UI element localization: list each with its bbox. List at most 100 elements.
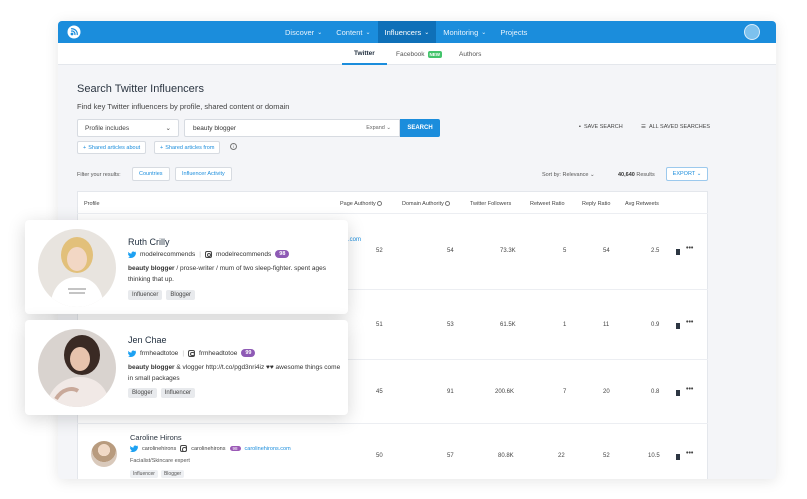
- profile-handles: carolinehirons carolinehirons 98 carolin…: [130, 445, 291, 452]
- cell-retweet-ratio: 22: [558, 453, 565, 459]
- header-page-authority[interactable]: Page Authority: [340, 201, 382, 207]
- header-domain-authority[interactable]: Domain Authority: [402, 201, 450, 207]
- nav-monitoring[interactable]: Monitoring ⌄: [436, 21, 493, 43]
- tab-label: Twitter: [354, 49, 375, 57]
- instagram-handle[interactable]: modelrecommends: [216, 251, 271, 258]
- cell-retweet-ratio: 1: [563, 322, 567, 328]
- bookmark-icon[interactable]: [676, 390, 680, 396]
- more-options-icon[interactable]: •••: [686, 245, 693, 252]
- all-saved-searches-button[interactable]: ☰ ALL SAVED SEARCHES: [641, 124, 710, 130]
- instagram-score-badge: 99: [241, 349, 256, 357]
- tab-twitter[interactable]: Twitter: [342, 43, 387, 65]
- more-options-icon[interactable]: •••: [686, 319, 693, 326]
- separator: |: [199, 250, 201, 258]
- cell-page-authority: 51: [376, 322, 383, 328]
- cell-followers: 73.3K: [500, 248, 516, 254]
- expand-toggle[interactable]: Expand ⌄: [366, 125, 391, 131]
- chevron-down-icon: ⌄: [165, 125, 171, 132]
- nav-label: Content: [336, 27, 363, 37]
- website-link[interactable]: .com: [348, 237, 361, 243]
- export-button[interactable]: EXPORT ⌄: [666, 167, 708, 181]
- sort-select[interactable]: Sort by: Relevance ⌄: [542, 172, 595, 178]
- header-reply-ratio[interactable]: Reply Ratio: [582, 201, 610, 207]
- tab-facebook[interactable]: Facebook NEW: [396, 43, 443, 65]
- bookmark-icon[interactable]: [676, 454, 680, 460]
- website-link[interactable]: carolinehirons.com: [245, 446, 291, 452]
- twitter-handle[interactable]: modelrecommends: [140, 251, 195, 258]
- chevron-down-icon: ⌄: [696, 171, 702, 177]
- bio-keyword: beauty blogger: [128, 364, 175, 371]
- info-icon: [376, 201, 382, 207]
- bio-keyword: beauty blogger: [128, 265, 175, 272]
- profile-name[interactable]: Jen Chae: [128, 335, 167, 345]
- info-icon[interactable]: i: [230, 143, 237, 150]
- twitter-handle[interactable]: carolinehirons: [142, 446, 176, 452]
- profile-bio: beauty blogger & vlogger http://t.co/pgd…: [128, 362, 342, 384]
- instagram-handle[interactable]: carolinehirons: [191, 446, 225, 452]
- bookmark-icon[interactable]: [676, 249, 680, 255]
- nav-label: Discover: [285, 27, 315, 37]
- tab-label: Authors: [459, 50, 482, 58]
- twitter-icon: [130, 445, 138, 452]
- top-navigation: Discover ⌄ Content ⌄ Influencers ⌄ Monitori…: [58, 21, 776, 43]
- logo-icon[interactable]: [67, 25, 81, 39]
- instagram-handle[interactable]: frmheadtotoe: [199, 350, 237, 357]
- cell-followers: 200.6K: [495, 389, 515, 395]
- cell-avg-retweets: 2.5: [651, 248, 660, 254]
- countries-filter[interactable]: Countries: [132, 167, 170, 181]
- search-query: beauty blogger: [193, 124, 237, 132]
- row-divider: [77, 213, 708, 214]
- nav-content[interactable]: Content ⌄: [329, 21, 377, 43]
- button-label: Shared articles about: [88, 144, 141, 151]
- profile-bio: Facialist/Skincare expert: [130, 458, 190, 464]
- save-search-button[interactable]: ▪ SAVE SEARCH: [579, 124, 623, 130]
- influencer-activity-filter[interactable]: Influencer Activity: [175, 167, 232, 181]
- avatar[interactable]: [91, 441, 117, 467]
- influencer-card[interactable]: Jen Chae frmheadtotoe | frmheadtotoe 99 …: [25, 320, 348, 415]
- profile-handles: frmheadtotoe | frmheadtotoe 99: [128, 349, 256, 357]
- cell-retweet-ratio: 7: [563, 389, 567, 395]
- expand-label: Expand: [366, 125, 385, 131]
- profile-name[interactable]: Ruth Crilly: [128, 237, 170, 247]
- cell-page-authority: 45: [376, 389, 383, 395]
- influencer-card[interactable]: Ruth Crilly modelrecommends | modelrecom…: [25, 220, 348, 314]
- cell-followers: 80.8K: [498, 453, 514, 459]
- user-avatar[interactable]: [744, 24, 760, 40]
- bookmark-icon[interactable]: [676, 323, 680, 329]
- cell-avg-retweets: 0.9: [651, 322, 660, 328]
- page-subtitle: Find key Twitter influencers by profile,…: [77, 102, 290, 111]
- page-title: Search Twitter Influencers: [77, 83, 204, 95]
- header-avg-retweets[interactable]: Avg Retweets: [625, 201, 659, 207]
- cell-reply-ratio: 54: [603, 248, 610, 254]
- export-label: EXPORT: [672, 171, 696, 177]
- avatar: [38, 329, 116, 407]
- tab-authors[interactable]: Authors: [459, 43, 481, 65]
- instagram-score-badge: 98: [275, 250, 290, 258]
- shared-articles-from-button[interactable]: + Shared articles from: [154, 141, 221, 154]
- profile-tags: Blogger Influencer: [128, 388, 196, 398]
- profile-tags: Influencer Blogger: [130, 470, 185, 478]
- cell-avg-retweets: 10.5: [648, 453, 660, 459]
- nav-projects[interactable]: Projects: [493, 21, 534, 43]
- twitter-handle[interactable]: frmheadtotoe: [140, 350, 178, 357]
- sort-label: Sort by: Relevance: [542, 172, 589, 178]
- nav-influencers[interactable]: Influencers ⌄: [377, 21, 437, 43]
- button-label: Shared articles from: [165, 144, 215, 151]
- chevron-down-icon: ⌄: [590, 172, 595, 178]
- search-mode-select[interactable]: Profile includes ⌄: [77, 119, 179, 137]
- cell-reply-ratio: 20: [603, 389, 610, 395]
- nav-discover[interactable]: Discover ⌄: [278, 21, 329, 43]
- results-number: 40,640: [618, 172, 635, 178]
- header-twitter-followers[interactable]: Twitter Followers: [470, 201, 511, 207]
- tag: Influencer: [160, 388, 196, 398]
- header-retweet-ratio[interactable]: Retweet Ratio: [530, 201, 565, 207]
- more-options-icon[interactable]: •••: [686, 386, 693, 393]
- cell-domain-authority: 91: [447, 389, 454, 395]
- more-options-icon[interactable]: •••: [686, 450, 693, 457]
- shared-articles-about-button[interactable]: + Shared articles about: [77, 141, 147, 154]
- search-input[interactable]: beauty blogger Expand ⌄: [184, 119, 400, 137]
- plus-icon: +: [160, 144, 164, 151]
- profile-name[interactable]: Caroline Hirons: [130, 433, 182, 442]
- search-button[interactable]: SEARCH: [400, 119, 440, 137]
- chevron-down-icon: ⌄: [424, 29, 430, 36]
